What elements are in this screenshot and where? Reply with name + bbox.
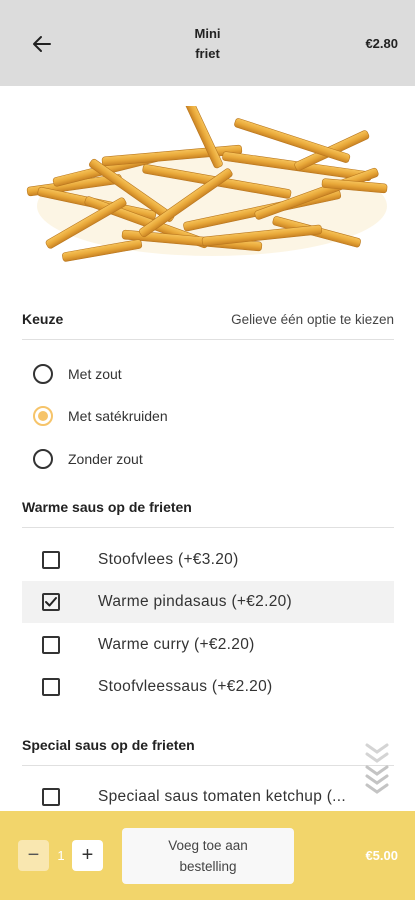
- fries-image: [26, 106, 388, 262]
- checkbox-label: Stoofvlees (+€3.20): [98, 551, 239, 568]
- top-app-bar: Mini friet €2.80: [0, 0, 415, 86]
- checkbox-warme-curry[interactable]: Warme curry (+€2.20): [22, 624, 394, 666]
- special-saus-title: Special saus op de frieten: [22, 737, 195, 753]
- product-title: Mini friet: [150, 24, 265, 64]
- radio-unselected-icon[interactable]: [33, 364, 53, 384]
- keuze-hint: Gelieve één optie te kiezen: [231, 312, 394, 327]
- radio-zonder-zout[interactable]: Zonder zout: [22, 439, 394, 479]
- checkbox-checked-icon[interactable]: [42, 593, 60, 611]
- checkbox-warme-pindasaus[interactable]: Warme pindasaus (+€2.20): [22, 581, 394, 623]
- radio-selected-icon[interactable]: [33, 406, 53, 426]
- add-to-order-label-line1: Voeg toe aan: [168, 838, 248, 853]
- checkbox-label: Speciaal saus tomaten ketchup (...: [98, 788, 346, 805]
- decrease-quantity-button[interactable]: −: [18, 840, 49, 871]
- keuze-section-header: Keuze Gelieve één optie te kiezen: [22, 304, 394, 340]
- back-button[interactable]: [26, 28, 58, 60]
- checkbox-stoofvlees[interactable]: Stoofvlees (+€3.20): [22, 539, 394, 581]
- radio-unselected-icon[interactable]: [33, 449, 53, 469]
- product-title-line2: friet: [195, 46, 220, 61]
- checkbox-label: Warme pindasaus (+€2.20): [98, 593, 293, 610]
- add-to-order-label-line2: bestelling: [179, 859, 237, 874]
- radio-label: Met zout: [68, 366, 122, 382]
- radio-label: Met satékruiden: [68, 408, 168, 424]
- product-title-line1: Mini: [194, 26, 221, 41]
- checkbox-stoofvleessaus[interactable]: Stoofvleessaus (+€2.20): [22, 666, 394, 708]
- checkbox-unchecked-icon[interactable]: [42, 678, 60, 696]
- checkbox-unchecked-icon[interactable]: [42, 551, 60, 569]
- radio-label: Zonder zout: [68, 451, 143, 467]
- radio-met-satekruiden[interactable]: Met satékruiden: [22, 396, 394, 436]
- warme-saus-section-header: Warme saus op de frieten: [22, 492, 394, 528]
- quantity-value: 1: [57, 848, 65, 863]
- special-saus-section-header: Special saus op de frieten: [22, 730, 394, 766]
- product-price: €2.80: [365, 36, 398, 51]
- double-chevron-down-icon: [365, 743, 389, 794]
- checkbox-label: Warme curry (+€2.20): [98, 636, 255, 653]
- arrow-left-icon: [33, 36, 51, 52]
- checkbox-label: Stoofvleessaus (+€2.20): [98, 678, 273, 695]
- add-to-order-button[interactable]: Voeg toe aan bestelling: [122, 828, 294, 884]
- total-price: €5.00: [365, 848, 398, 863]
- product-image: [22, 106, 395, 278]
- keuze-title: Keuze: [22, 311, 64, 327]
- checkbox-unchecked-icon[interactable]: [42, 788, 60, 806]
- checkbox-unchecked-icon[interactable]: [42, 636, 60, 654]
- checkmark-icon: [45, 597, 57, 607]
- increase-quantity-button[interactable]: +: [72, 840, 103, 871]
- radio-met-zout[interactable]: Met zout: [22, 354, 394, 394]
- warme-saus-title: Warme saus op de frieten: [22, 499, 192, 515]
- scroll-down-indicator[interactable]: [362, 740, 392, 794]
